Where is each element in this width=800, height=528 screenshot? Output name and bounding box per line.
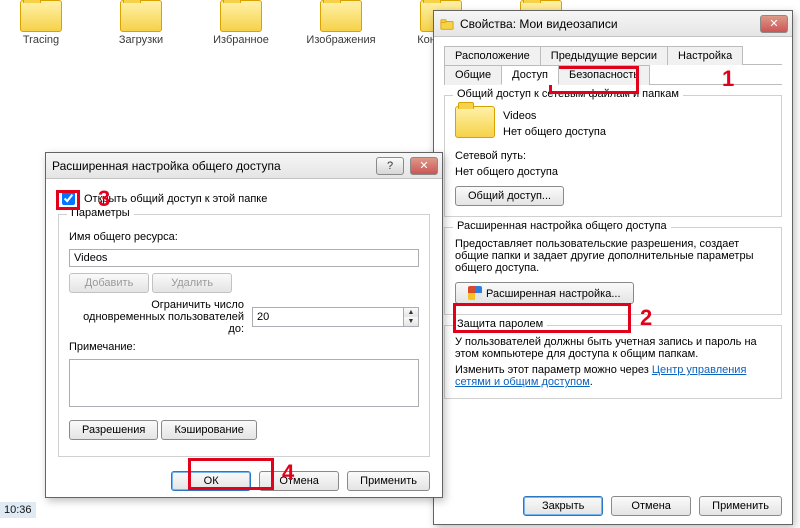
tab-sharing[interactable]: Доступ (501, 65, 559, 85)
group-legend: Защита паролем (453, 318, 547, 330)
taskbar-clock: 10:36 (0, 502, 36, 518)
chevron-down-icon[interactable]: ▼ (404, 317, 418, 326)
apply-button[interactable]: Применить (699, 496, 782, 516)
password-protect-group: Защита паролем У пользователей должны бы… (444, 325, 782, 399)
cancel-button[interactable]: Отмена (611, 496, 691, 516)
share-folder-checkbox-label: Открыть общий доступ к этой папке (84, 193, 267, 205)
desktop-item[interactable]: Избранное (206, 0, 276, 46)
text: . (590, 376, 593, 388)
ok-button[interactable]: ОК (171, 471, 251, 491)
permissions-button[interactable]: Разрешения (69, 420, 158, 440)
cancel-button[interactable]: Отмена (259, 471, 339, 491)
window-title: Расширенная настройка общего доступа (52, 159, 370, 173)
desktop-item-label: Загрузки (106, 34, 176, 46)
caching-button[interactable]: Кэширование (161, 420, 256, 440)
password-protect-text: У пользователей должны быть учетная запи… (455, 336, 771, 360)
user-limit-stepper[interactable]: ▲▼ (252, 307, 419, 327)
share-folder-checkbox[interactable] (62, 192, 75, 205)
desktop-item-label: Избранное (206, 34, 276, 46)
share-button[interactable]: Общий доступ... (455, 186, 564, 206)
folder-icon (455, 106, 495, 138)
advanced-sharing-button[interactable]: Расширенная настройка... (455, 282, 634, 304)
folder-icon (220, 0, 262, 32)
note-label: Примечание: (69, 341, 419, 353)
network-path-label: Сетевой путь: (455, 150, 771, 162)
close-button[interactable]: Закрыть (523, 496, 603, 516)
tab-general[interactable]: Общие (444, 65, 502, 85)
network-share-group: Общий доступ к сетевым файлам и папкам V… (444, 95, 782, 217)
desktop-item-label: Изображения (306, 34, 376, 46)
desktop-item[interactable]: Загрузки (106, 0, 176, 46)
share-folder-checkbox-row[interactable]: Открыть общий доступ к этой папке (58, 189, 430, 208)
advanced-share-desc: Предоставляет пользовательские разрешени… (455, 238, 771, 274)
user-limit-input[interactable] (252, 307, 404, 327)
group-legend: Параметры (67, 207, 134, 219)
advanced-sharing-button-label: Расширенная настройка... (486, 288, 621, 300)
apply-button[interactable]: Применить (347, 471, 430, 491)
tab-security[interactable]: Безопасность (558, 65, 650, 85)
folder-icon (120, 0, 162, 32)
folder-icon (440, 17, 454, 31)
note-textarea[interactable] (69, 359, 419, 407)
tab-location[interactable]: Расположение (444, 46, 541, 65)
stepper-arrows[interactable]: ▲▼ (404, 307, 419, 327)
limit-label: Ограничить число одновременных пользоват… (69, 299, 244, 335)
share-name: Videos (455, 110, 771, 122)
titlebar[interactable]: Свойства: Мои видеозаписи ✕ (434, 11, 792, 37)
folder-icon (320, 0, 362, 32)
password-protect-text2: Изменить этот параметр можно через Центр… (455, 364, 771, 388)
text: Изменить этот параметр можно через (455, 364, 652, 376)
share-status: Нет общего доступа (455, 126, 771, 138)
chevron-up-icon[interactable]: ▲ (404, 308, 418, 317)
shield-icon (468, 286, 482, 300)
tabs-row-1: Расположение Предыдущие версии Настройка (444, 45, 782, 65)
close-button[interactable]: ✕ (760, 15, 788, 33)
properties-window: Свойства: Мои видеозаписи ✕ Расположение… (433, 10, 793, 525)
titlebar[interactable]: Расширенная настройка общего доступа ? ✕ (46, 153, 442, 179)
tab-customize[interactable]: Настройка (667, 46, 743, 65)
dialog-footer: ОК Отмена Применить (58, 457, 430, 501)
desktop-item[interactable]: Изображения (306, 0, 376, 46)
desktop-item-label: Tracing (6, 34, 76, 46)
dialog-footer: Закрыть Отмена Применить (434, 488, 792, 524)
window-title: Свойства: Мои видеозаписи (460, 17, 754, 31)
desktop-item[interactable]: Tracing (6, 0, 76, 46)
tab-previous-versions[interactable]: Предыдущие версии (540, 46, 668, 65)
network-path-value: Нет общего доступа (455, 166, 771, 178)
close-button[interactable]: ✕ (410, 157, 438, 175)
share-name-label: Имя общего ресурса: (69, 231, 419, 243)
advanced-sharing-window: Расширенная настройка общего доступа ? ✕… (45, 152, 443, 498)
parameters-group: Параметры Имя общего ресурса: Добавить У… (58, 214, 430, 457)
remove-button[interactable]: Удалить (152, 273, 232, 293)
group-legend: Общий доступ к сетевым файлам и папкам (453, 88, 683, 100)
add-button[interactable]: Добавить (69, 273, 149, 293)
tabs-row-2: Общие Доступ Безопасность (444, 64, 782, 85)
advanced-share-group: Расширенная настройка общего доступа Пре… (444, 227, 782, 315)
share-name-input[interactable] (69, 249, 419, 267)
help-button[interactable]: ? (376, 157, 404, 175)
group-legend: Расширенная настройка общего доступа (453, 220, 671, 232)
folder-icon (20, 0, 62, 32)
